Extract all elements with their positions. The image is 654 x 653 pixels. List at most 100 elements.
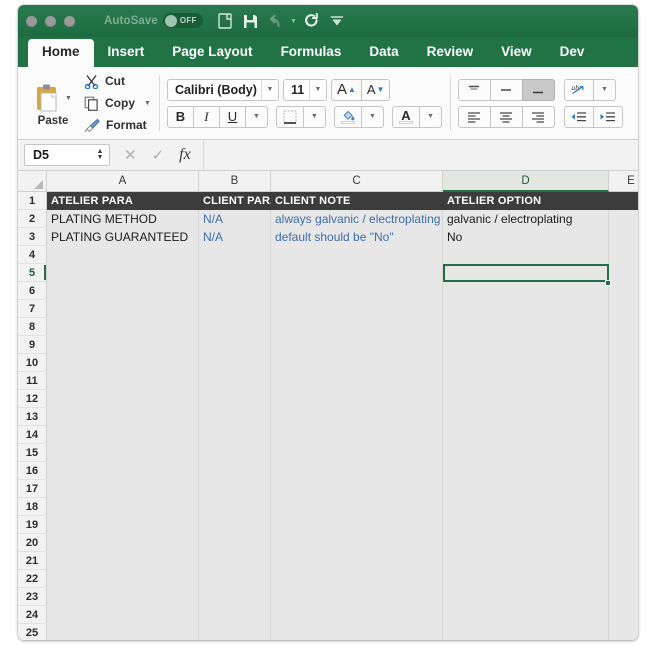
maximize-button[interactable]: [64, 16, 75, 27]
name-box[interactable]: D5 ▲ ▼: [24, 144, 110, 166]
fill-handle[interactable]: [605, 280, 611, 286]
increase-indent-button[interactable]: [592, 105, 623, 128]
cell-C2[interactable]: always galvanic / electroplating: [271, 210, 449, 228]
borders-button[interactable]: [275, 105, 304, 128]
close-button[interactable]: [26, 16, 37, 27]
cell-B2[interactable]: N/A: [199, 210, 271, 228]
row-header-23[interactable]: 23: [18, 588, 47, 606]
row-header-21[interactable]: 21: [18, 552, 47, 570]
column-header-c[interactable]: C: [271, 171, 443, 192]
column-header-e[interactable]: E: [609, 171, 638, 192]
row-header-19[interactable]: 19: [18, 516, 47, 534]
confirm-edit-icon[interactable]: ✓: [152, 146, 165, 164]
align-middle-button[interactable]: [489, 78, 523, 101]
cell-B1[interactable]: CLIENT PARA: [199, 192, 271, 210]
row-header-2[interactable]: 2: [18, 210, 47, 228]
select-all-button[interactable]: [18, 171, 47, 192]
font-size-select[interactable]: 11 ▼: [282, 78, 327, 101]
bold-button[interactable]: B: [166, 105, 194, 128]
tab-home[interactable]: Home: [28, 39, 94, 67]
fill-color-button[interactable]: [333, 105, 362, 128]
row-header-1[interactable]: 1: [18, 192, 47, 210]
paste-button[interactable]: ▼ Paste: [26, 79, 80, 127]
tab-page-layout[interactable]: Page Layout: [158, 39, 266, 67]
font-family-select[interactable]: Calibri (Body) ▼: [166, 78, 279, 101]
table-row[interactable]: ATELIER PARA CLIENT PARA CLIENT NOTE ATELIE…: [47, 192, 638, 210]
chevron-down-icon[interactable]: ▼: [260, 79, 278, 100]
cut-button[interactable]: Cut: [84, 72, 151, 90]
italic-button[interactable]: I: [192, 105, 220, 128]
fill-color-dropdown-icon[interactable]: ▼: [360, 105, 384, 128]
row-header-4[interactable]: 4: [18, 246, 47, 264]
tab-view[interactable]: View: [487, 39, 546, 67]
row-header-6[interactable]: 6: [18, 282, 47, 300]
customize-toolbar-icon[interactable]: [326, 11, 348, 31]
orientation-button[interactable]: ab: [563, 78, 594, 101]
cell-D1[interactable]: ATELIER OPTION: [443, 192, 609, 210]
column-header-a[interactable]: A: [47, 171, 199, 192]
column-header-b[interactable]: B: [199, 171, 271, 192]
cancel-edit-icon[interactable]: ✕: [124, 146, 137, 164]
borders-dropdown-icon[interactable]: ▼: [302, 105, 326, 128]
underline-button[interactable]: U: [218, 105, 246, 128]
align-center-button[interactable]: [489, 105, 523, 128]
cell-D2[interactable]: galvanic / electroplating: [443, 210, 609, 228]
increase-font-size-button[interactable]: A ▲: [330, 78, 362, 101]
autosave-control[interactable]: AutoSave OFF: [104, 13, 203, 28]
format-painter-button[interactable]: Format: [84, 116, 151, 134]
autosave-toggle[interactable]: OFF: [162, 13, 203, 28]
chevron-down-icon[interactable]: ▼: [308, 79, 326, 100]
row-header-7[interactable]: 7: [18, 300, 47, 318]
copy-button[interactable]: Copy ▼: [84, 94, 151, 112]
align-right-button[interactable]: [521, 105, 555, 128]
font-color-button[interactable]: A: [391, 105, 420, 128]
minimize-button[interactable]: [45, 16, 56, 27]
tab-insert[interactable]: Insert: [94, 39, 159, 67]
table-row[interactable]: PLATING METHOD N/A always galvanic / elect…: [47, 210, 638, 228]
row-header-5[interactable]: 5: [18, 264, 47, 282]
row-header-8[interactable]: 8: [18, 318, 47, 336]
insert-function-icon[interactable]: fx: [179, 146, 191, 164]
row-header-10[interactable]: 10: [18, 354, 47, 372]
row-header-11[interactable]: 11: [18, 372, 47, 390]
orientation-dropdown-icon[interactable]: ▼: [592, 78, 616, 101]
row-header-20[interactable]: 20: [18, 534, 47, 552]
row-header-15[interactable]: 15: [18, 444, 47, 462]
tab-review[interactable]: Review: [413, 39, 488, 67]
cell-area[interactable]: ATELIER PARA CLIENT PARA CLIENT NOTE ATELIE…: [47, 192, 638, 640]
name-box-spinner[interactable]: ▲ ▼: [91, 148, 109, 161]
cell-C3[interactable]: default should be "No": [271, 228, 449, 246]
tab-developer[interactable]: Dev: [546, 39, 599, 67]
cell-A3[interactable]: PLATING GUARANTEED: [47, 228, 199, 246]
row-header-16[interactable]: 16: [18, 462, 47, 480]
selected-cell-outline[interactable]: [443, 264, 609, 282]
row-header-14[interactable]: 14: [18, 426, 47, 444]
align-top-button[interactable]: [457, 78, 491, 101]
cell-B3[interactable]: N/A: [199, 228, 271, 246]
font-color-dropdown-icon[interactable]: ▼: [418, 105, 442, 128]
row-header-17[interactable]: 17: [18, 480, 47, 498]
new-document-icon[interactable]: [214, 11, 236, 31]
copy-dropdown-icon[interactable]: ▼: [144, 100, 151, 107]
row-header-24[interactable]: 24: [18, 606, 47, 624]
cell-A1[interactable]: ATELIER PARA: [47, 192, 199, 210]
row-header-9[interactable]: 9: [18, 336, 47, 354]
save-icon[interactable]: [239, 11, 261, 31]
tab-formulas[interactable]: Formulas: [267, 39, 356, 67]
row-header-12[interactable]: 12: [18, 390, 47, 408]
row-header-18[interactable]: 18: [18, 498, 47, 516]
decrease-indent-button[interactable]: [563, 105, 594, 128]
row-header-3[interactable]: 3: [18, 228, 47, 246]
cell-C1[interactable]: CLIENT NOTE: [271, 192, 449, 210]
cell-A2[interactable]: PLATING METHOD: [47, 210, 199, 228]
undo-icon[interactable]: [264, 11, 286, 31]
row-header-13[interactable]: 13: [18, 408, 47, 426]
row-header-25[interactable]: 25: [18, 624, 47, 640]
row-header-22[interactable]: 22: [18, 570, 47, 588]
column-header-d[interactable]: D: [443, 171, 609, 192]
paste-dropdown-icon[interactable]: ▼: [65, 95, 72, 102]
table-row[interactable]: PLATING GUARANTEED N/A default should be "…: [47, 228, 638, 246]
align-bottom-button[interactable]: [521, 78, 555, 101]
align-left-button[interactable]: [457, 105, 491, 128]
formula-input[interactable]: [202, 140, 638, 170]
